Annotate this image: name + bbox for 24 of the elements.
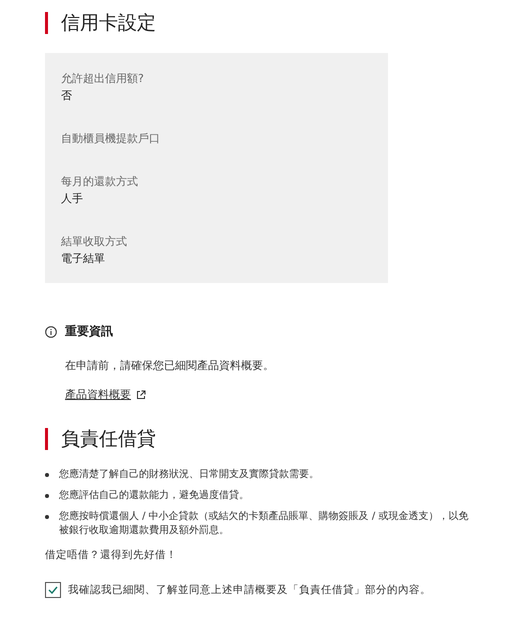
field-label: 自動櫃員機提款戶口	[61, 131, 161, 147]
bullet-icon	[45, 515, 49, 519]
field-value: 人手	[61, 191, 84, 207]
section-heading: 負責任借貸	[45, 428, 502, 450]
external-link-icon	[136, 390, 146, 400]
field-label: 允許超出信用額?	[61, 71, 145, 87]
slogan-text: 借定唔借？還得到先好借！	[45, 548, 178, 562]
field-value: 否	[61, 88, 73, 104]
field-label: 每月的還款方式	[61, 174, 139, 190]
check-icon	[48, 586, 58, 594]
bullet-icon	[45, 473, 49, 477]
info-text: 在申請前，請確保您已細閱產品資料概要。	[65, 358, 275, 374]
field-value: 電子結單	[61, 251, 106, 267]
consent-checkbox[interactable]	[45, 582, 61, 598]
bullet-icon	[45, 494, 49, 498]
field-label: 結單收取方式	[61, 234, 128, 250]
bullet-text: 您應按時償還個人 / 中小企貸款（或結欠的卡類產品賬單、購物簽賬及 / 或現金透支），以免被銀行收取逾期還款費用及額外罰息。	[59, 510, 470, 538]
info-title: 重要資訊	[65, 323, 113, 340]
consent-label: 我確認我已細閱、了解並同意上述申請概要及「負責任借貸」部分的內容。	[68, 583, 431, 597]
product-summary-link[interactable]: 產品資料概要	[65, 387, 131, 402]
bullet-text: 您應評估自己的還款能力，避免過度借貸。	[59, 489, 249, 503]
section-heading: 信用卡設定	[45, 12, 502, 34]
bullet-text: 您應清楚了解自己的財務狀況、日常開支及實際貸款需要。	[59, 468, 319, 482]
info-icon	[45, 326, 57, 338]
